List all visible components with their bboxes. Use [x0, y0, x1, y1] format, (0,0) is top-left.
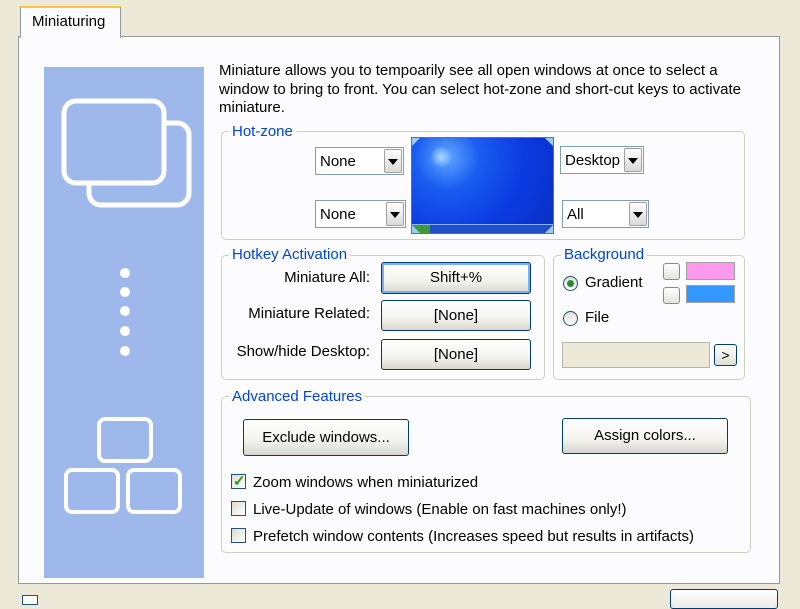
- live-update-label: Live-Update of windows (Enable on fast m…: [253, 501, 627, 518]
- taskbar-preview: [412, 224, 553, 233]
- hotkey-label-show-hide-desktop: Show/hide Desktop:: [236, 343, 370, 360]
- file-radio[interactable]: [563, 311, 578, 326]
- assign-colors-button[interactable]: Assign colors...: [562, 418, 728, 454]
- hotkey-show-hide-desktop-button[interactable]: [None]: [381, 339, 531, 370]
- chevron-down-icon[interactable]: [386, 202, 404, 226]
- bottom-checkbox-partial[interactable]: [22, 595, 38, 605]
- background-title: Background: [561, 246, 648, 264]
- zoom-windows-label: Zoom windows when miniaturized: [253, 474, 479, 491]
- chevron-down-icon[interactable]: [384, 149, 402, 173]
- hotkey-title: Hotkey Activation: [229, 246, 351, 264]
- hotzone-bottom-left-select[interactable]: None: [315, 200, 406, 228]
- browse-file-button[interactable]: >: [714, 344, 737, 366]
- gradient-radio[interactable]: [563, 276, 578, 291]
- prefetch-checkbox[interactable]: [231, 528, 246, 543]
- hotkey-label-miniature-related: Miniature Related:: [248, 305, 370, 322]
- hotzone-bottom-right-select[interactable]: All: [562, 200, 649, 228]
- bottom-button-partial[interactable]: [670, 589, 778, 609]
- gradient-bottom-color-swatch[interactable]: [686, 285, 735, 303]
- gradient-bottom-color-picker[interactable]: [663, 287, 680, 304]
- hotzone-title: Hot-zone: [229, 123, 296, 141]
- zoom-windows-checkbox[interactable]: [231, 472, 246, 490]
- hotzone-top-left-select[interactable]: None: [315, 147, 404, 175]
- hotzone-top-left-value: None: [320, 153, 356, 170]
- tab-miniaturing[interactable]: Miniaturing: [20, 6, 121, 38]
- advanced-title: Advanced Features: [229, 388, 366, 406]
- hotzone-top-right-select[interactable]: Desktop: [560, 146, 644, 174]
- hotzone-top-right-value: Desktop: [565, 152, 621, 169]
- prefetch-label: Prefetch window contents (Increases spee…: [253, 528, 695, 545]
- illustration-panel: [44, 67, 204, 578]
- chevron-down-icon[interactable]: [624, 148, 642, 172]
- gradient-top-color-swatch[interactable]: [686, 262, 735, 280]
- hotzone-corner-bottom-left[interactable]: [412, 225, 420, 233]
- hotzone-corner-bottom-right[interactable]: [545, 225, 553, 233]
- hotzone-bottom-right-value: All: [567, 206, 584, 223]
- hotkey-miniature-all-button[interactable]: Shift+%: [381, 262, 531, 294]
- file-radio-label: File: [585, 309, 610, 326]
- background-file-field[interactable]: [562, 342, 710, 368]
- live-update-checkbox[interactable]: [231, 501, 246, 516]
- hotkey-miniature-related-button[interactable]: [None]: [381, 300, 531, 331]
- gradient-top-color-picker[interactable]: [663, 263, 680, 280]
- windows-illustration-icon: [61, 98, 192, 514]
- gradient-radio-label: Gradient: [585, 274, 643, 291]
- hotzone-corner-top-left[interactable]: [412, 138, 420, 146]
- hotzone-desktop-preview[interactable]: [411, 137, 554, 234]
- chevron-down-icon[interactable]: [629, 202, 647, 226]
- description-text: Miniature allows you to tempoarily see a…: [219, 62, 741, 116]
- hotzone-corner-top-right[interactable]: [545, 138, 553, 146]
- sun-glow-icon: [430, 146, 452, 168]
- hotkey-label-miniature-all: Miniature All:: [284, 269, 370, 286]
- hotzone-bottom-left-value: None: [320, 206, 356, 223]
- exclude-windows-button[interactable]: Exclude windows...: [243, 419, 409, 456]
